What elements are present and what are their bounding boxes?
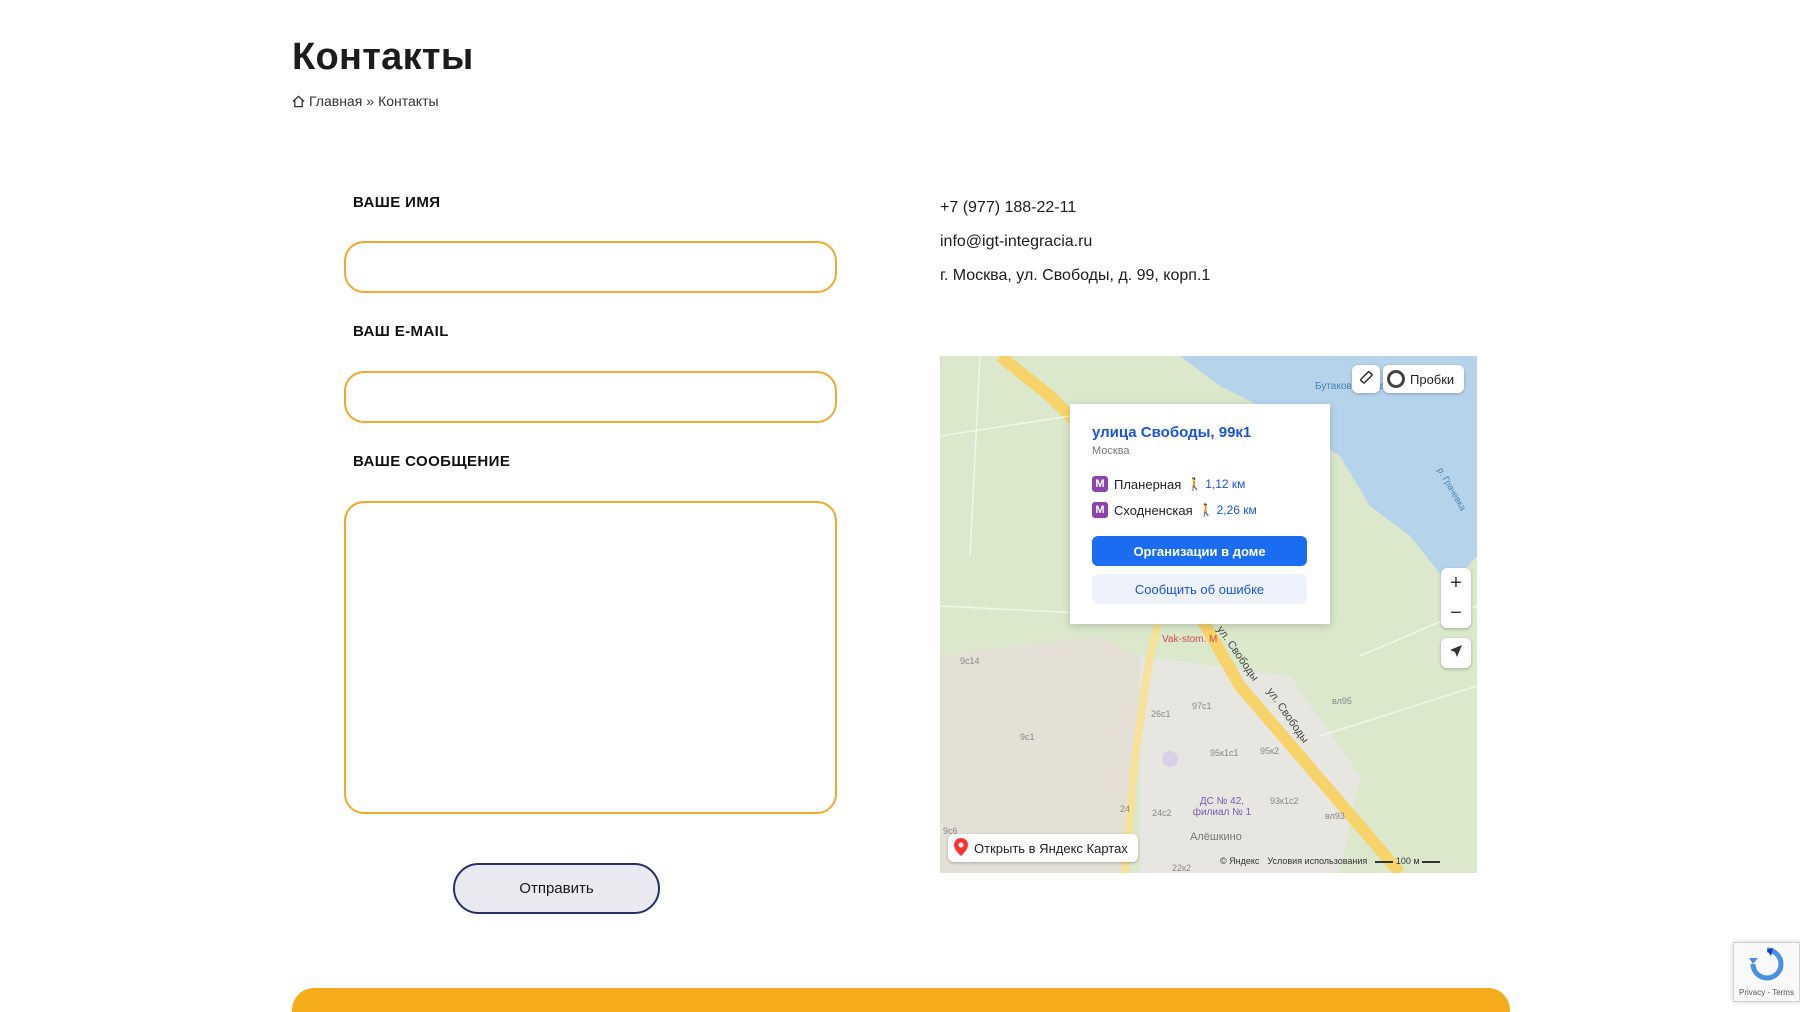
name-label: ВАШЕ ИМЯ bbox=[353, 194, 441, 211]
map-label-poi: Vak-stom. M bbox=[1162, 634, 1218, 645]
map-label-b5: 95к1с1 bbox=[1210, 748, 1239, 758]
map-label-b2: 9с1 bbox=[1020, 732, 1035, 742]
walking-icon: 🚶 bbox=[1198, 503, 1214, 517]
ruler-icon bbox=[1358, 369, 1374, 390]
breadcrumb-separator: » bbox=[366, 93, 375, 109]
map-footer: © Яндекс Условия использования 100 м bbox=[1220, 856, 1441, 866]
map-label-b13: 22к2 bbox=[1172, 863, 1191, 873]
metro-row-2: M Сходненская 🚶 2,26 км bbox=[1092, 502, 1257, 518]
popup-city: Москва bbox=[1092, 445, 1130, 457]
contact-email[interactable]: info@igt-integracia.ru bbox=[940, 233, 1092, 251]
location-arrow-icon bbox=[1448, 643, 1464, 664]
open-yandex-label: Открыть в Яндекс Картах bbox=[974, 840, 1128, 856]
page-title: Контакты bbox=[292, 36, 474, 78]
message-label: ВАШЕ СООБЩЕНИЕ bbox=[353, 453, 511, 470]
map-label-b7: вл95 bbox=[1332, 696, 1352, 706]
zoom-control: + − bbox=[1441, 568, 1471, 628]
breadcrumb-home-link[interactable]: Главная bbox=[309, 93, 362, 109]
traffic-button[interactable]: Пробки bbox=[1383, 365, 1465, 393]
map-label-b10: 24 bbox=[1120, 804, 1131, 814]
message-textarea[interactable] bbox=[344, 501, 837, 814]
walk-distance-value: 2,26 км bbox=[1216, 503, 1257, 517]
map-label-b4: 97с1 bbox=[1192, 701, 1212, 711]
metro-icon: M bbox=[1092, 476, 1108, 492]
zoom-in-button[interactable]: + bbox=[1441, 568, 1471, 598]
metro-name: Планерная bbox=[1114, 476, 1182, 492]
map-scale: 100 м bbox=[1375, 856, 1441, 866]
name-input[interactable] bbox=[344, 241, 837, 293]
footer-bar bbox=[292, 988, 1510, 1012]
recaptcha-badge[interactable]: Privacy - Terms bbox=[1733, 942, 1800, 1002]
email-label: ВАШ E-MAIL bbox=[353, 323, 449, 340]
report-error-button[interactable]: Сообщить об ошибке bbox=[1092, 574, 1307, 604]
walk-distance: 🚶 2,26 км bbox=[1199, 503, 1257, 517]
map-label-b1: 9с14 bbox=[960, 656, 980, 666]
organizations-button[interactable]: Организации в доме bbox=[1092, 536, 1307, 566]
map-terms-link[interactable]: Условия использования bbox=[1267, 856, 1367, 866]
contact-phone[interactable]: +7 (977) 188-22-11 bbox=[940, 199, 1076, 217]
walk-distance-value: 1,12 км bbox=[1205, 477, 1246, 491]
popup-title[interactable]: улица Свободы, 99к1 bbox=[1092, 424, 1251, 441]
breadcrumb: Главная » Контакты bbox=[292, 93, 439, 109]
map-label-b11: 24с2 bbox=[1152, 808, 1172, 818]
contact-address: г. Москва, ул. Свободы, д. 99, корп.1 bbox=[940, 267, 1211, 284]
map-popup: улица Свободы, 99к1 Москва M Планерная 🚶… bbox=[1070, 404, 1330, 624]
map-scale-value: 100 м bbox=[1395, 856, 1420, 866]
traffic-label: Пробки bbox=[1410, 371, 1455, 387]
map-copyright[interactable]: © Яндекс bbox=[1220, 856, 1259, 866]
walk-distance: 🚶 1,12 км bbox=[1187, 477, 1245, 491]
map-label-b9: вл93 bbox=[1325, 811, 1345, 821]
map-label-kindergarten: ДС № 42, филиал № 1 bbox=[1192, 796, 1252, 818]
metro-icon: M bbox=[1092, 502, 1108, 518]
breadcrumb-current: Контакты bbox=[378, 93, 439, 109]
map-label-b3: 26с1 bbox=[1151, 709, 1171, 719]
email-input[interactable] bbox=[344, 371, 837, 423]
zoom-out-button[interactable]: − bbox=[1441, 598, 1471, 628]
ruler-button[interactable] bbox=[1352, 365, 1380, 393]
home-icon[interactable] bbox=[292, 95, 305, 108]
submit-button[interactable]: Отправить bbox=[453, 863, 660, 914]
yandex-map[interactable]: Бутаковский залив р. Грачевка ул. Свобод… bbox=[940, 356, 1477, 873]
map-pin-icon bbox=[954, 837, 968, 859]
walking-icon: 🚶 bbox=[1187, 477, 1203, 491]
metro-name: Сходненская bbox=[1114, 502, 1193, 518]
recaptcha-text[interactable]: Privacy - Terms bbox=[1739, 988, 1794, 997]
geolocation-button[interactable] bbox=[1441, 638, 1471, 668]
traffic-icon bbox=[1387, 370, 1405, 388]
open-yandex-maps-button[interactable]: Открыть в Яндекс Картах bbox=[948, 834, 1138, 862]
metro-row-1: M Планерная 🚶 1,12 км bbox=[1092, 476, 1245, 492]
map-label-b6: 95к2 bbox=[1260, 746, 1279, 756]
map-label-b8: 93к1с2 bbox=[1270, 796, 1299, 806]
map-label-district: Алёшкино bbox=[1190, 831, 1242, 843]
